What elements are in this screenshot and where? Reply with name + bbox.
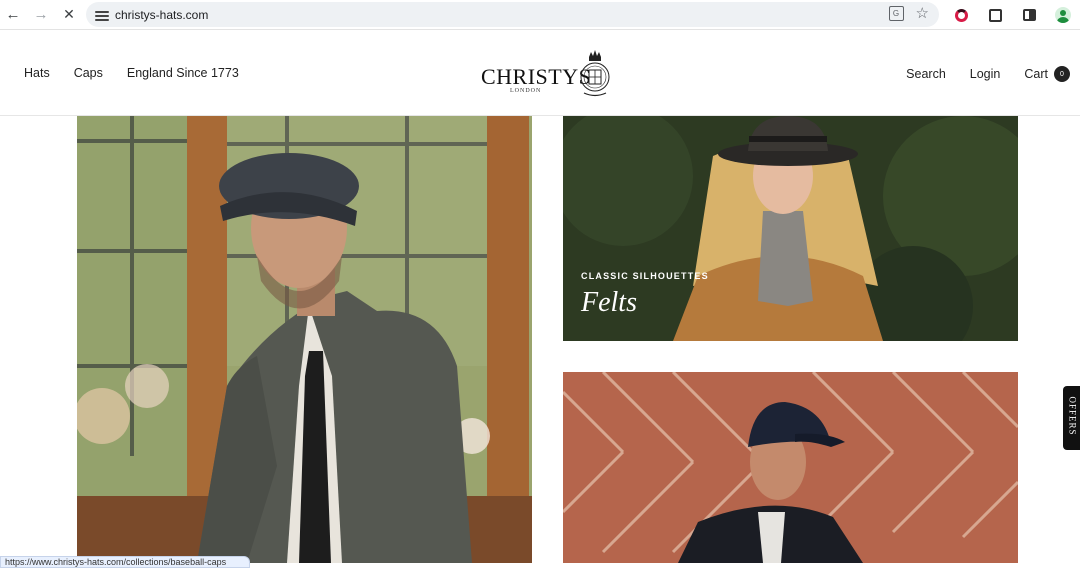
logo-subtitle: LONDON [510, 88, 542, 94]
royal-crest-icon [580, 50, 610, 97]
status-bar-url: https://www.christys-hats.com/collection… [0, 556, 250, 568]
collection-grid: CLASSIC SILHOUETTES Felts OFFERS [0, 116, 1080, 563]
nav-link-hats[interactable]: Hats [24, 66, 50, 80]
side-tab-label: OFFERS [1067, 396, 1078, 436]
extensions-area [944, 0, 1080, 30]
browser-toolbar: ← → ✕ christys-hats.com G ☆ [0, 0, 1080, 30]
extensions-button[interactable] [978, 0, 1012, 30]
back-arrow-icon[interactable]: ← [0, 2, 26, 28]
profile-avatar-icon [1055, 7, 1071, 23]
header-actions: Search Login Cart 0 [906, 66, 1070, 82]
site-info-icon[interactable] [95, 9, 109, 21]
side-panel-icon [1022, 9, 1036, 21]
side-offers-tab[interactable]: OFFERS [1063, 386, 1080, 450]
collection-tile-felts[interactable]: CLASSIC SILHOUETTES Felts [563, 116, 1018, 341]
cart-label: Cart [1024, 67, 1048, 81]
hero-image-flat-cap[interactable] [77, 116, 532, 563]
felts-eyebrow: CLASSIC SILHOUETTES [581, 271, 709, 281]
search-link[interactable]: Search [906, 67, 946, 81]
main-nav: Hats Caps England Since 1773 [24, 66, 239, 80]
translate-icon[interactable]: G [888, 6, 904, 21]
forward-arrow-icon[interactable]: → [28, 2, 54, 28]
url-text[interactable]: christys-hats.com [115, 8, 208, 22]
baseball-cap-photo [563, 372, 1018, 563]
nav-link-caps[interactable]: Caps [74, 66, 103, 80]
address-bar[interactable]: christys-hats.com G ☆ [86, 2, 939, 27]
side-panel-button[interactable] [1012, 0, 1046, 30]
felts-label: CLASSIC SILHOUETTES Felts [581, 271, 709, 319]
cart-count-badge: 0 [1054, 66, 1070, 82]
site-header: Hats Caps England Since 1773 CHRISTYS' L… [0, 31, 1080, 116]
puzzle-icon [988, 8, 1002, 22]
felts-title[interactable]: Felts [581, 287, 709, 319]
recorder-icon [954, 8, 968, 22]
cart-link[interactable]: Cart 0 [1024, 66, 1070, 82]
flat-cap-photo [77, 116, 532, 563]
christys-logo[interactable]: CHRISTYS' LONDON [481, 48, 611, 100]
collection-tile-baseball-caps[interactable] [563, 372, 1018, 563]
recorder-extension[interactable] [944, 0, 978, 30]
nav-link-england-since-1773[interactable]: England Since 1773 [127, 66, 239, 80]
bookmark-star-icon[interactable]: ☆ [916, 6, 929, 21]
login-link[interactable]: Login [970, 67, 1001, 81]
profile-button[interactable] [1046, 0, 1080, 30]
stop-loading-icon[interactable]: ✕ [56, 2, 82, 28]
